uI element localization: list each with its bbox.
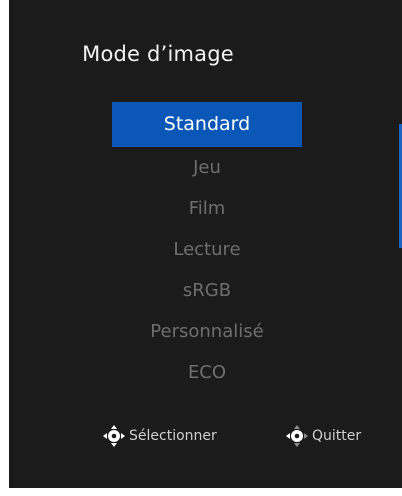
select-hint[interactable]: Sélectionner [102, 424, 217, 448]
menu-item-srgb[interactable]: sRGB [112, 270, 302, 311]
osd-title: Mode d’image [82, 42, 234, 66]
osd-menu-panel: Mode d’image Standard Jeu Film Lecture s… [9, 0, 402, 488]
menu-item-film[interactable]: Film [112, 188, 302, 229]
menu-item-eco[interactable]: ECO [112, 352, 302, 393]
osd-footer: Sélectionner Quitter [9, 424, 402, 448]
menu-item-standard[interactable]: Standard [112, 102, 302, 147]
menu-item-jeu[interactable]: Jeu [112, 147, 302, 188]
menu-item-lecture[interactable]: Lecture [112, 229, 302, 270]
joystick-select-icon [103, 425, 125, 447]
menu-item-personnalise[interactable]: Personnalisé [112, 311, 302, 352]
picture-mode-list: Standard Jeu Film Lecture sRGB Personnal… [112, 102, 302, 393]
joystick-left-icon [286, 425, 308, 447]
quit-hint-label: Quitter [312, 428, 362, 444]
quit-hint[interactable]: Quitter [285, 424, 361, 448]
select-hint-label: Sélectionner [129, 428, 217, 444]
